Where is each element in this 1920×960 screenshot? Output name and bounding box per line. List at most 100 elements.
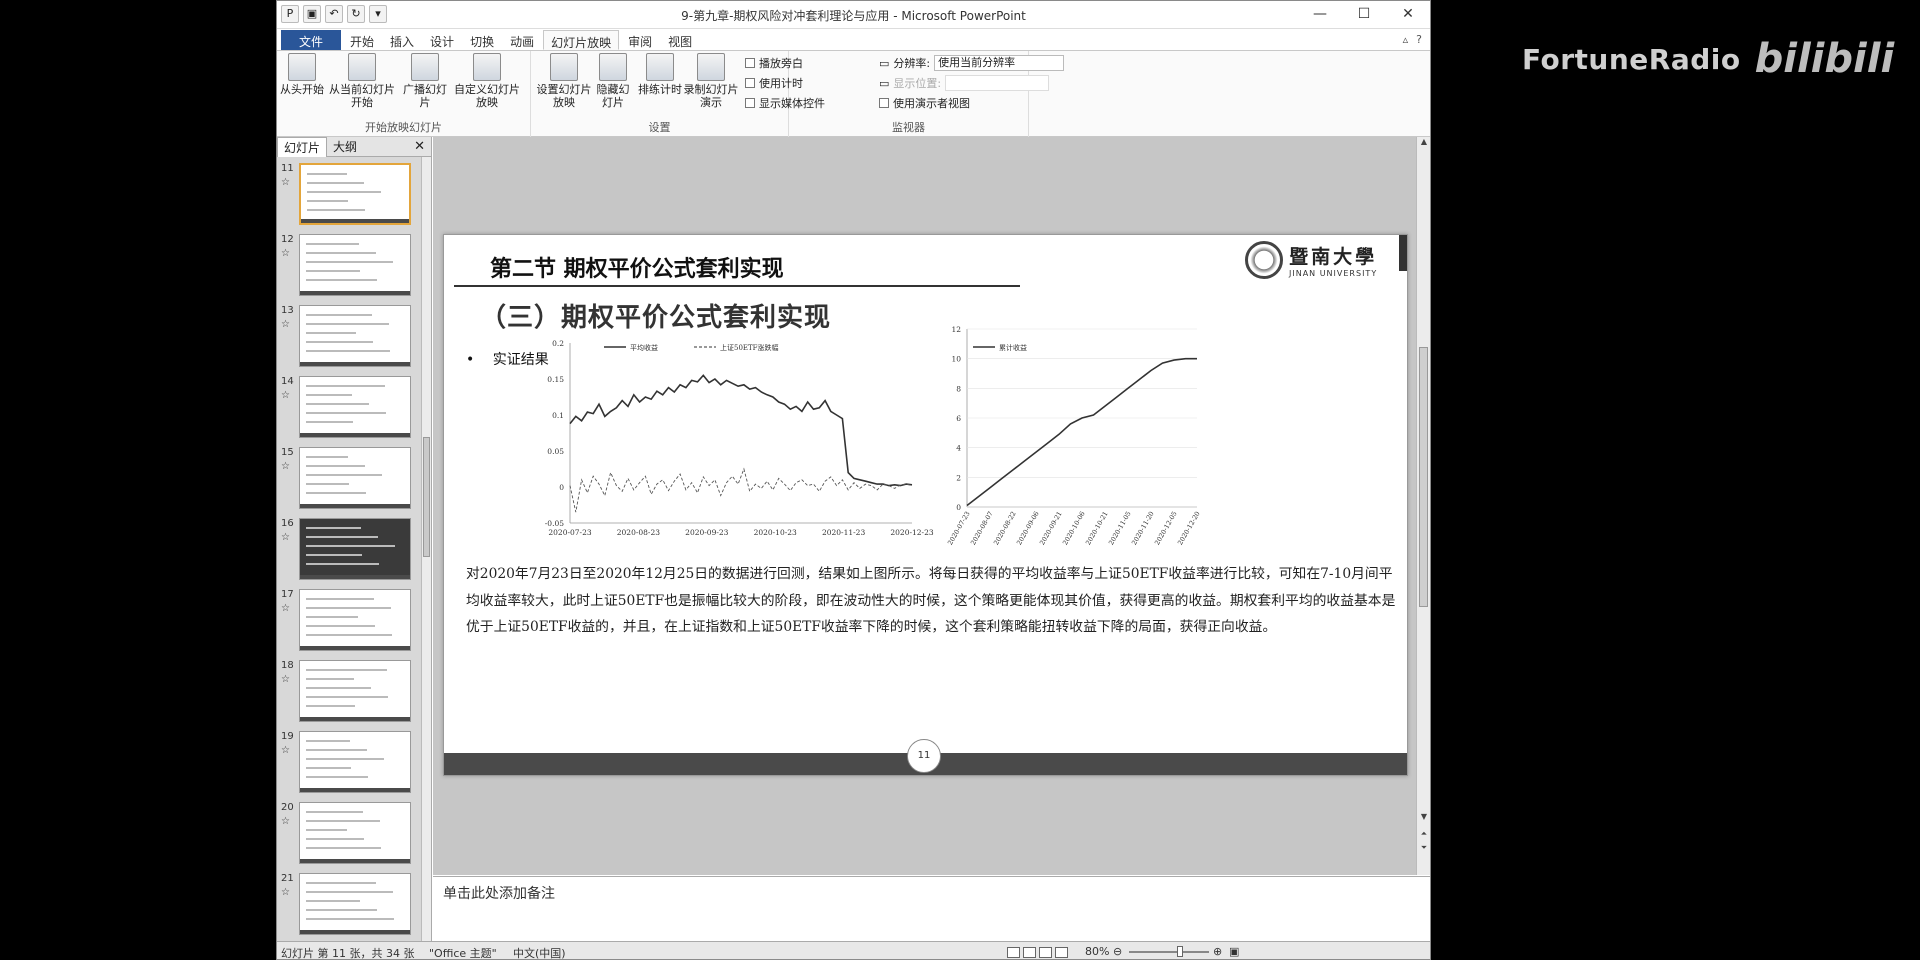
slide-thumbnail[interactable]: [299, 802, 411, 864]
record-slideshow-button[interactable]: 录制幻灯片演示: [681, 53, 741, 109]
language-indicator[interactable]: 中文(中国): [513, 945, 566, 959]
zoom-out-icon[interactable]: ⊖: [1113, 945, 1122, 958]
animation-star-icon: ☆: [281, 461, 290, 472]
slide-thumbnail-row[interactable]: 20 ☆: [277, 800, 422, 865]
slide-thumbnail-row[interactable]: 13 ☆: [277, 303, 422, 368]
tab-design[interactable]: 设计: [423, 30, 461, 50]
close-button[interactable]: ✕: [1386, 1, 1430, 27]
collapse-ribbon-icon[interactable]: ▵: [1403, 33, 1409, 46]
legend-label: 累计收益: [999, 343, 1027, 352]
slide-thumbnail-row[interactable]: 21 ☆: [277, 871, 422, 936]
slide-thumbnail-row[interactable]: 16 ☆: [277, 516, 422, 581]
help-icon[interactable]: ?: [1416, 33, 1422, 46]
slide-thumbnail-row[interactable]: 18 ☆: [277, 658, 422, 723]
tab-transitions[interactable]: 切换: [463, 30, 501, 50]
reading-view-icon[interactable]: [1039, 946, 1052, 958]
thumbnail-text-line: [306, 634, 392, 636]
thumbnail-text-line: [306, 740, 350, 742]
slide-thumbnail[interactable]: [299, 234, 411, 296]
returns-comparison-chart[interactable]: -0.05 0 0.05 0.1 0.15 0.2 2020-07-23 2020-08-23…: [544, 335, 944, 547]
tab-slide-show[interactable]: 幻灯片放映: [543, 30, 620, 50]
tab-review[interactable]: 审阅: [621, 30, 659, 50]
slide-thumbnail-row[interactable]: 19 ☆: [277, 729, 422, 794]
slide-subtitle[interactable]: （三）期权平价公式套利实现: [480, 297, 831, 334]
thumbnail-text-line: [306, 776, 368, 778]
slideshow-view-icon[interactable]: [1055, 946, 1068, 958]
resolution-select[interactable]: 使用当前分辨率: [934, 55, 1065, 71]
zoom-slider[interactable]: [1129, 951, 1209, 953]
tab-home[interactable]: 开始: [343, 30, 381, 50]
slide-sorter-icon[interactable]: [1023, 946, 1036, 958]
x-tick-label: 2020-10-06: [1061, 510, 1087, 546]
scroll-down-icon[interactable]: ▼: [1417, 812, 1430, 821]
from-beginning-button[interactable]: 从头开始: [279, 53, 325, 96]
thumbnail-footer-bar: [300, 504, 410, 508]
tab-file[interactable]: 文件: [281, 30, 342, 50]
zoom-in-icon[interactable]: ⊕: [1213, 945, 1222, 958]
notes-pane[interactable]: 单击此处添加备注: [433, 876, 1430, 941]
animation-star-icon: ☆: [281, 319, 290, 330]
tab-slides[interactable]: 幻灯片: [277, 136, 328, 157]
slide-vertical-scrollbar[interactable]: ▲ ▼ ⏶ ⏷: [1416, 137, 1430, 875]
slide-thumbnail[interactable]: [299, 873, 411, 935]
tab-outline[interactable]: 大纲: [327, 137, 363, 156]
tab-insert[interactable]: 插入: [383, 30, 421, 50]
scroll-thumb[interactable]: [423, 437, 430, 557]
thumbnail-text-line: [306, 705, 355, 707]
thumbnail-text-line: [306, 465, 365, 467]
result-paragraph[interactable]: 对2020年7月23日至2020年12月25日的数据进行回测，结果如上图所示。将…: [466, 561, 1396, 641]
legend-label: 平均收益: [630, 343, 658, 352]
slide-number: 21: [281, 873, 294, 884]
slide-canvas[interactable]: 第二节 期权平价公式套利实现 暨南大學 JINAN UNIVERSITY （三）…: [443, 234, 1408, 776]
normal-view-icon[interactable]: [1007, 946, 1020, 958]
cumulative-return-chart[interactable]: 0246810122020-07-232020-08-072020-08-222…: [929, 317, 1219, 553]
slide-thumbnail[interactable]: [299, 518, 411, 580]
slide-thumbnail-row[interactable]: 11 ☆: [277, 161, 422, 226]
thumbnail-text-line: [306, 696, 388, 698]
hide-slide-icon: [599, 53, 627, 81]
presenter-view-checkbox[interactable]: 使用演示者视图: [879, 95, 970, 111]
thumbnail-text-line: [306, 678, 354, 680]
close-icon[interactable]: ✕: [414, 139, 425, 154]
from-current-slide-button[interactable]: 从当前幻灯片开始: [327, 53, 397, 109]
slide-thumbnail[interactable]: [299, 376, 411, 438]
y-tick-label: 12: [951, 325, 961, 334]
previous-slide-icon[interactable]: ⏶: [1417, 829, 1430, 839]
thumbnail-text-line: [307, 200, 348, 202]
slide-thumbnail[interactable]: [299, 589, 411, 651]
custom-slideshow-button[interactable]: 自定义幻灯片放映: [451, 53, 523, 109]
rehearse-timings-button[interactable]: 排练计时: [635, 53, 685, 96]
scroll-up-icon[interactable]: ▲: [1417, 137, 1430, 146]
zoom-slider-thumb[interactable]: [1177, 946, 1183, 957]
thumbnail-text-line: [306, 279, 377, 281]
minimize-button[interactable]: —: [1298, 1, 1342, 27]
thumbnail-text-line: [306, 882, 376, 884]
slide-thumbnail-row[interactable]: 14 ☆: [277, 374, 422, 439]
slide-thumbnail-row[interactable]: 17 ☆: [277, 587, 422, 652]
fit-to-window-icon[interactable]: ▣: [1229, 945, 1239, 958]
slide-thumbnail[interactable]: [299, 660, 411, 722]
series-line: [966, 357, 1197, 507]
scroll-thumb[interactable]: [1419, 347, 1428, 607]
setup-slideshow-button[interactable]: 设置幻灯片放映: [535, 53, 593, 109]
broadcast-slideshow-button[interactable]: 广播幻灯片: [403, 53, 447, 109]
tab-animations[interactable]: 动画: [503, 30, 541, 50]
monitor-icon: ▭: [879, 56, 890, 70]
zoom-level[interactable]: 80%: [1085, 945, 1109, 958]
next-slide-icon[interactable]: ⏷: [1417, 843, 1430, 853]
theme-name: "Office 主题": [429, 947, 497, 960]
slide-thumbnail[interactable]: [299, 731, 411, 793]
pane-scrollbar[interactable]: [421, 157, 431, 941]
section-title[interactable]: 第二节 期权平价公式套利实现: [490, 251, 784, 283]
tab-view[interactable]: 视图: [661, 30, 699, 50]
maximize-button[interactable]: ☐: [1342, 1, 1386, 27]
slide-thumbnail[interactable]: [299, 447, 411, 509]
notes-placeholder[interactable]: 单击此处添加备注: [443, 883, 555, 903]
slide-thumbnail[interactable]: [299, 163, 411, 225]
bullet-item[interactable]: • 实证结果: [466, 349, 549, 369]
thumbnail-text-line: [306, 323, 389, 325]
slide-thumbnail[interactable]: [299, 305, 411, 367]
slide-thumbnail-row[interactable]: 12 ☆: [277, 232, 422, 297]
hide-slide-button[interactable]: 隐藏幻灯片: [593, 53, 633, 109]
slide-thumbnail-row[interactable]: 15 ☆: [277, 445, 422, 510]
